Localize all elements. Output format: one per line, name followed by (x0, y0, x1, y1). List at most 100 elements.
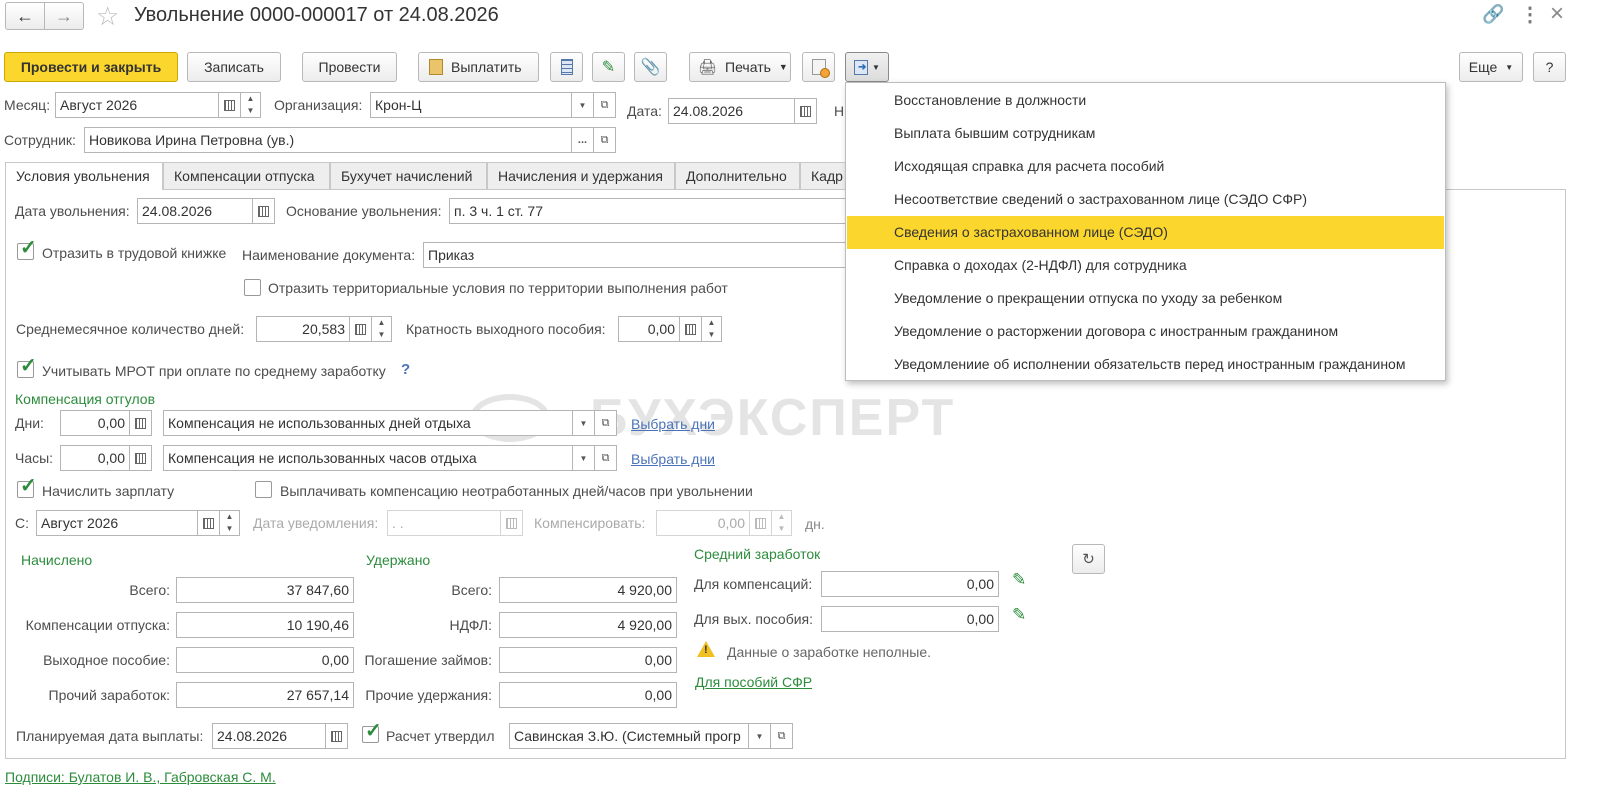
workbook-checkbox[interactable]: ✓ (17, 238, 37, 260)
from-field[interactable]: Август 2026 (36, 510, 198, 536)
tab-accruals-deductions[interactable]: Начисления и удержания (487, 162, 675, 189)
select-hours-link[interactable]: Выбрать дни (631, 450, 715, 468)
number-label: Н (834, 103, 845, 119)
employee-field[interactable]: Новикова Ирина Петровна (ув.) (84, 127, 572, 153)
calculator-icon (355, 323, 366, 335)
post-button[interactable]: Провести (302, 52, 397, 82)
journal-button[interactable] (550, 52, 583, 82)
from-spinner[interactable]: ▲ ▼ (220, 510, 240, 536)
date-calendar-button[interactable] (795, 98, 817, 124)
avg-days-spinner[interactable]: ▲ ▼ (372, 316, 392, 342)
days-type-field[interactable]: Компенсация не использованных дней отдых… (163, 410, 573, 436)
pay-date-calendar-button[interactable] (326, 723, 348, 749)
hours-type-field[interactable]: Компенсация не использованных часов отды… (163, 445, 573, 471)
chevron-down-icon: ▼ (755, 731, 764, 741)
menu-item-foreign-contract-termination[interactable]: Уведомление о расторжении договора с ино… (847, 315, 1444, 348)
select-days-link[interactable]: Выбрать дни (631, 415, 715, 433)
signatures-link[interactable]: Подписи: Булатов И. В., Габровская С. М. (5, 768, 276, 786)
days-type-dropdown[interactable]: ▼ (573, 410, 595, 436)
close-icon[interactable]: × (1550, 0, 1564, 28)
menu-item-former-employee-payment[interactable]: Выплата бывшим сотрудникам (847, 117, 1444, 150)
post-and-close-button[interactable]: Провести и закрыть (4, 52, 178, 82)
approved-open[interactable]: ⧉ (771, 723, 793, 749)
star-icon[interactable]: ☆ (96, 2, 119, 30)
save-button[interactable]: Записать (187, 52, 281, 82)
employee-label: Сотрудник: (4, 132, 76, 148)
chevron-down-icon: ▼ (579, 418, 588, 428)
territorial-checkbox[interactable] (244, 279, 261, 296)
month-calendar-button[interactable] (219, 92, 241, 118)
basis-field[interactable]: п. 3 ч. 1 ст. 77 (449, 198, 849, 224)
approved-checkbox[interactable]: ✓ (362, 721, 382, 743)
month-field[interactable]: Август 2026 (55, 92, 219, 118)
menu-item-insured-info-sedo[interactable]: Сведения о застрахованном лице (СЭДО) (847, 216, 1444, 249)
create-based-on-button[interactable]: ➜ ▼ (845, 52, 889, 82)
edit-comp-pencil-icon[interactable]: ✎ (1012, 570, 1026, 590)
accrued-title: Начислено (21, 552, 93, 568)
print-button[interactable]: 🖨 Печать ▼ (689, 52, 791, 82)
hours-type-dropdown[interactable]: ▼ (573, 445, 595, 471)
hours-type-open[interactable]: ⧉ (595, 445, 617, 471)
days-calc-button[interactable] (130, 410, 152, 436)
accrued-vacation-label: Компенсации отпуска: (25, 617, 170, 633)
avg-days-field[interactable]: 20,583 (256, 316, 350, 342)
clock-doc-button[interactable] (802, 52, 835, 82)
accrue-salary-checkbox[interactable]: ✓ (17, 476, 37, 498)
severance-mult-field[interactable]: 0,00 (618, 316, 680, 342)
pay-button[interactable]: Выплатить (418, 52, 539, 82)
pay-comp-checkbox[interactable] (255, 481, 272, 498)
approved-dropdown[interactable]: ▼ (749, 723, 771, 749)
tab-vacation-compensation[interactable]: Компенсации отпуска (163, 162, 330, 189)
month-spinner[interactable]: ▲ ▼ (241, 92, 261, 118)
help-button[interactable]: ? (1533, 52, 1566, 82)
refresh-button[interactable]: ↻ (1072, 544, 1105, 574)
withheld-ndfl-field: 4 920,00 (499, 612, 677, 638)
menu-item-income-certificate[interactable]: Справка о доходах (2-НДФЛ) для сотрудник… (847, 249, 1444, 282)
more-button[interactable]: Еще ▼ (1459, 52, 1523, 82)
edit-sev-pencil-icon[interactable]: ✎ (1012, 605, 1026, 625)
calendar-icon (258, 205, 269, 217)
tab-dismissal-conditions[interactable]: Условия увольнения (5, 162, 163, 190)
menu-item-insured-mismatch[interactable]: Несоответствие сведений о застрахованном… (847, 183, 1444, 216)
mrot-checkbox[interactable]: ✓ (17, 356, 37, 378)
arrow-right-icon: → (55, 5, 73, 26)
approved-by-field[interactable]: Савинская З.Ю. (Системный прогр (509, 723, 749, 749)
org-open-button[interactable]: ⧉ (594, 92, 616, 118)
accrued-severance-field: 0,00 (176, 647, 354, 673)
menu-item-childcare-leave-end[interactable]: Уведомление о прекращении отпуска по ухо… (847, 282, 1444, 315)
menu-item-reinstatement[interactable]: Восстановление в должности (847, 84, 1444, 117)
days-type-open[interactable]: ⧉ (595, 410, 617, 436)
employee-select-button[interactable]: ... (572, 127, 594, 153)
link-icon[interactable]: 🔗 (1482, 4, 1504, 25)
tab-accounting[interactable]: Бухучет начислений (330, 162, 487, 189)
back-button[interactable]: ← (5, 2, 45, 30)
date-field[interactable]: 24.08.2026 (668, 98, 795, 124)
edit-sign-button[interactable]: ✎ (592, 52, 625, 82)
hours-field[interactable]: 0,00 (60, 445, 130, 471)
employee-open-button[interactable]: ⧉ (594, 127, 616, 153)
hours-calc-button[interactable] (130, 445, 152, 471)
dismissal-date-calendar-button[interactable] (253, 198, 275, 224)
doc-name-field[interactable]: Приказ (423, 242, 849, 268)
severance-spinner[interactable]: ▲ ▼ (702, 316, 722, 342)
menu-item-outgoing-certificate[interactable]: Исходящая справка для расчета пособий (847, 150, 1444, 183)
from-calendar-button[interactable] (198, 510, 220, 536)
chevron-down-icon: ▼ (579, 453, 588, 463)
menu-item-foreign-obligations-fulfilled[interactable]: Уведомлениие об исполнении обязательств … (847, 348, 1444, 381)
sfr-link[interactable]: Для пособий СФР (695, 673, 812, 691)
pay-button-label: Выплатить (451, 59, 522, 75)
avg-sev-label: Для вых. пособия: (694, 611, 814, 627)
kebab-menu-icon[interactable]: ⋮ (1520, 2, 1540, 27)
mrot-help-icon[interactable]: ? (401, 361, 410, 379)
attach-button[interactable]: 📎 (634, 52, 667, 82)
tab-additional[interactable]: Дополнительно (675, 162, 800, 189)
pay-date-field[interactable]: 24.08.2026 (212, 723, 326, 749)
org-dropdown-button[interactable]: ▼ (572, 92, 594, 118)
days-field[interactable]: 0,00 (60, 410, 130, 436)
avg-days-calc-button[interactable] (350, 316, 372, 342)
severance-calc-button[interactable] (680, 316, 702, 342)
dismissal-date-field[interactable]: 24.08.2026 (137, 198, 253, 224)
org-field[interactable]: Крон-Ц (370, 92, 572, 118)
withheld-other-field: 0,00 (499, 682, 677, 708)
forward-button[interactable]: → (44, 2, 84, 30)
